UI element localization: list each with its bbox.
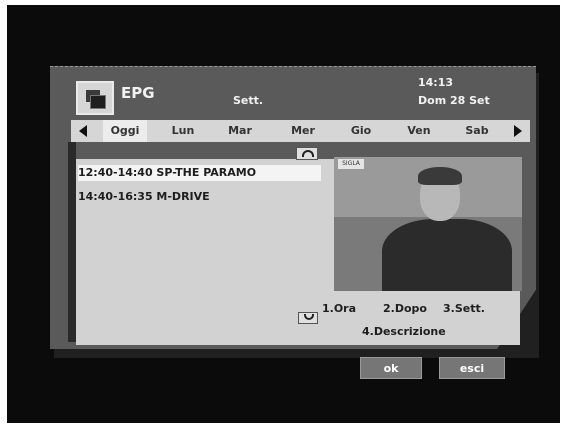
arrow-right-icon[interactable]	[514, 125, 522, 137]
day-tab-oggi[interactable]: Oggi	[103, 120, 147, 142]
presenter-hair	[418, 167, 462, 185]
program-row[interactable]: 14:40-16:35 M-DRIVE	[78, 189, 210, 205]
legend-dopo: 2.Dopo	[383, 302, 427, 315]
channel-logo: SIGLA	[338, 159, 364, 169]
clock-time: 14:13	[418, 76, 454, 89]
legend-descrizione: 4.Descrizione	[362, 325, 446, 338]
day-tab-gio[interactable]: Gio	[339, 120, 383, 142]
program-row[interactable]: 12:40-14:40 SP-THE PARAMO	[78, 165, 321, 181]
day-tab-mer[interactable]: Mer	[281, 120, 325, 142]
scroll-down-icon[interactable]	[298, 312, 318, 324]
epg-icon	[76, 81, 114, 115]
day-tab-ven[interactable]: Ven	[397, 120, 441, 142]
legend-sett: 3.Sett.	[443, 302, 485, 315]
arrow-left-icon[interactable]	[79, 125, 87, 137]
clock-date: Dom 28 Set	[418, 94, 490, 107]
day-tab-lun[interactable]: Lun	[161, 120, 205, 142]
panel-left-strip	[68, 142, 76, 342]
legend-ora: 1.Ora	[322, 302, 357, 315]
scroll-up-icon[interactable]	[296, 147, 318, 160]
day-tab-sab[interactable]: Sab	[455, 120, 499, 142]
presenter-body	[382, 219, 512, 291]
view-mode-label: Sett.	[233, 94, 264, 107]
epg-title: EPG	[121, 84, 155, 102]
video-preview: SIGLA	[334, 157, 522, 291]
ok-button[interactable]: ok	[360, 357, 422, 379]
epg-icon-front-square	[90, 95, 106, 109]
day-tab-mar[interactable]: Mar	[218, 120, 262, 142]
exit-button[interactable]: esci	[439, 357, 505, 379]
day-selector: Oggi Lun Mar Mer Gio Ven Sab	[71, 120, 530, 142]
